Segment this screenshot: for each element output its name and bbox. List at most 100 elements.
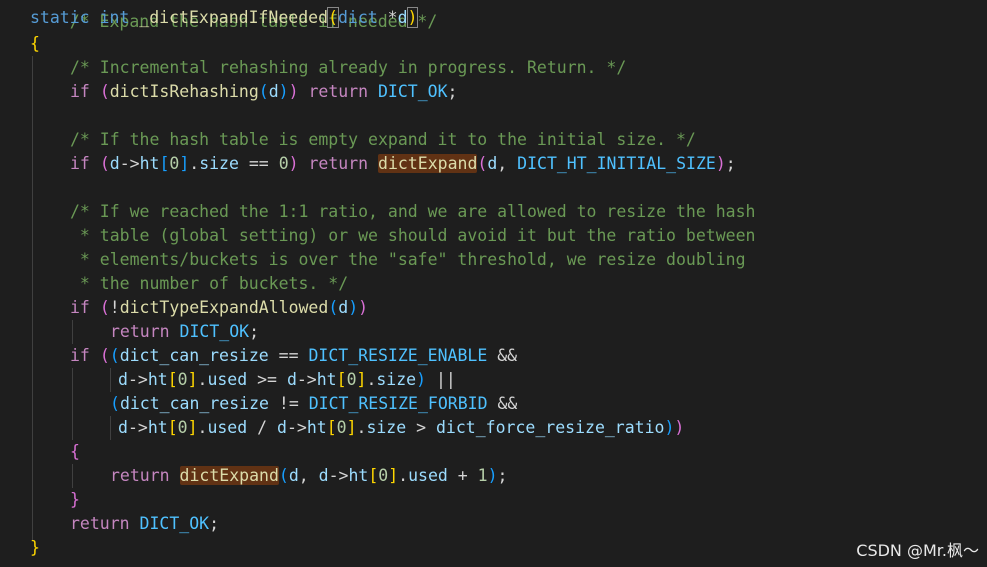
keyword-if: if — [70, 82, 90, 101]
code-line-15[interactable]: if ((dict_can_resize == DICT_RESIZE_ENAB… — [70, 344, 517, 368]
close-brace: } — [70, 490, 80, 509]
indent-guide — [72, 464, 73, 488]
watermark: CSDN @Mr.枫～ — [856, 541, 979, 560]
macro: DICT_HT_INITIAL_SIZE — [517, 154, 716, 173]
variable: d — [318, 466, 329, 485]
code-line-3[interactable]: /* Incremental rehashing already in prog… — [70, 56, 626, 80]
variable: dict_force_resize_ratio — [436, 418, 665, 437]
semicolon: ; — [447, 82, 458, 101]
code-line-16[interactable]: d->ht[0].used >= d->ht[0].size) || — [118, 368, 456, 392]
paren: ) — [715, 154, 726, 173]
number: 1 — [477, 466, 488, 485]
keyword-if: if — [70, 298, 90, 317]
bracket: [ — [167, 418, 178, 437]
function-call-highlighted: dictExpand — [179, 466, 279, 485]
code-line-1[interactable]: static int _dictExpandIfNeeded(dict *d) — [30, 6, 419, 30]
code-line-23[interactable]: } — [30, 536, 40, 560]
code-line-9[interactable]: /* If we reached the 1:1 ratio, and we a… — [70, 200, 755, 224]
function-name: _dictExpandIfNeeded — [139, 8, 329, 27]
variable: d — [268, 82, 279, 101]
param-name: d — [397, 8, 408, 27]
code-line-2[interactable]: { — [30, 32, 40, 56]
operator: > — [406, 418, 436, 437]
paren: ) — [487, 466, 498, 485]
semicolon: ; — [725, 154, 736, 173]
comment: * elements/buckets is over the "safe" th… — [70, 250, 746, 269]
code-line-20[interactable]: return dictExpand(d, d->ht[0].used + 1); — [110, 464, 507, 488]
keyword-return: return — [308, 154, 369, 173]
bracket: ] — [187, 370, 198, 389]
bracket: [ — [326, 418, 337, 437]
variable: d — [487, 154, 498, 173]
code-line-11[interactable]: * elements/buckets is over the "safe" th… — [70, 248, 746, 272]
member: used — [207, 370, 248, 389]
semicolon: ; — [497, 466, 508, 485]
indent-guide — [32, 56, 33, 540]
operator: -> — [127, 370, 148, 389]
close-paren: ) — [406, 7, 419, 28]
code-line-17[interactable]: (dict_can_resize != DICT_RESIZE_FORBID &… — [110, 392, 517, 416]
bracket: ] — [346, 418, 357, 437]
operator: || — [426, 370, 456, 389]
member: used — [207, 418, 248, 437]
bracket: [ — [159, 154, 170, 173]
variable: d — [277, 418, 287, 437]
variable: d — [118, 418, 128, 437]
macro: DICT_RESIZE_ENABLE — [308, 346, 488, 365]
operator: && — [487, 346, 518, 365]
variable: d — [286, 370, 297, 389]
code-line-13[interactable]: if (!dictTypeExpandAllowed(d)) — [70, 296, 368, 320]
member: size — [366, 418, 407, 437]
code-line-22[interactable]: return DICT_OK; — [70, 512, 219, 536]
keyword-if: if — [70, 346, 90, 365]
code-line-12[interactable]: * the number of buckets. */ — [70, 272, 348, 296]
member: ht — [147, 418, 168, 437]
member: ht — [348, 466, 369, 485]
code-line-10[interactable]: * table (global setting) or we should av… — [70, 224, 756, 248]
number: 0 — [278, 154, 289, 173]
bracket: ] — [187, 418, 198, 437]
member: ht — [316, 370, 337, 389]
paren: ) — [348, 298, 359, 317]
paren: ( — [99, 154, 110, 173]
code-line-14[interactable]: return DICT_OK; — [110, 320, 259, 344]
bracket: [ — [336, 370, 347, 389]
variable: dict_can_resize — [119, 394, 269, 413]
operator: -> — [286, 418, 307, 437]
indent-guide — [110, 416, 111, 440]
code-line-4[interactable]: if (dictIsRehashing(d)) return DICT_OK; — [70, 80, 457, 104]
code-line-19[interactable]: { — [70, 440, 80, 464]
paren: ) — [358, 298, 369, 317]
code-line-18[interactable]: d->ht[0].used / d->ht[0].size > dict_for… — [118, 416, 684, 440]
operator: -> — [296, 370, 317, 389]
code-line-6[interactable]: /* If the hash table is empty expand it … — [70, 128, 696, 152]
semicolon: ; — [249, 322, 260, 341]
member: ht — [147, 370, 168, 389]
close-brace: } — [30, 538, 40, 557]
paren: ) — [674, 418, 685, 437]
operator: == — [268, 346, 309, 365]
indent-guide — [110, 368, 111, 392]
member: used — [408, 466, 448, 485]
paren: ) — [288, 154, 299, 173]
semicolon: ; — [209, 514, 220, 533]
number: 0 — [336, 418, 347, 437]
code-line-7[interactable]: if (d->ht[0].size == 0) return dictExpan… — [70, 152, 736, 176]
paren: ( — [258, 82, 269, 101]
comment: /* Incremental rehashing already in prog… — [70, 58, 627, 77]
member: ht — [306, 418, 327, 437]
operator: . — [189, 154, 200, 173]
keyword: static — [30, 8, 90, 27]
keyword: int — [99, 8, 130, 27]
member: size — [376, 370, 417, 389]
paren: ) — [664, 418, 675, 437]
open-brace: { — [70, 442, 80, 461]
operator: && — [487, 394, 518, 413]
number: 0 — [177, 418, 188, 437]
code-line-21[interactable]: } — [70, 488, 80, 512]
macro: DICT_OK — [179, 322, 250, 341]
open-brace: { — [30, 34, 40, 53]
comment: * the number of buckets. */ — [70, 274, 349, 293]
code-editor[interactable]: /* Expand the hash table if needed */ st… — [0, 0, 987, 567]
operator: * — [387, 8, 398, 27]
